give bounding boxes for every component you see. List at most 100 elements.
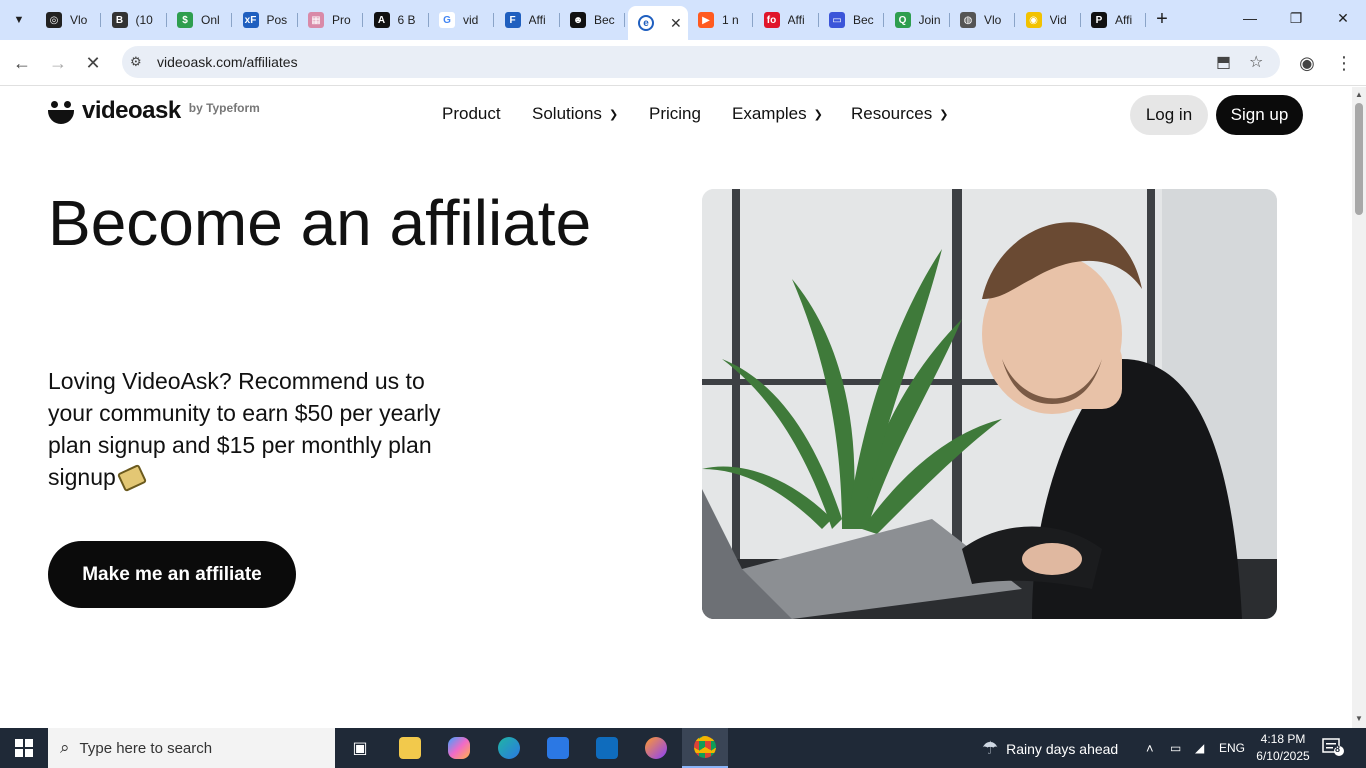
- install-app-icon[interactable]: ⬒: [1216, 52, 1231, 72]
- profile-icon[interactable]: ◉: [1295, 52, 1319, 74]
- minimize-icon[interactable]: —: [1240, 10, 1260, 26]
- tab-title: Bec: [853, 13, 874, 27]
- tab-favicon-icon: Q: [894, 12, 911, 28]
- taskbar-search-box[interactable]: ⌕ Type here to search: [48, 728, 335, 768]
- chrome-icon[interactable]: [682, 728, 728, 768]
- nav-product[interactable]: Product: [442, 104, 501, 124]
- tab[interactable]: ▦ Pro: [298, 6, 363, 34]
- chevron-down-icon: ❯: [939, 108, 949, 121]
- sign-up-button[interactable]: Sign up: [1216, 95, 1303, 135]
- restore-icon[interactable]: ❐: [1286, 10, 1306, 27]
- weather-widget[interactable]: ☂ Rainy days ahead: [982, 738, 1118, 759]
- scroll-up-icon[interactable]: ▲: [1355, 90, 1363, 99]
- menu-kebab-icon[interactable]: ⋮: [1332, 52, 1356, 74]
- tab-favicon-icon: ▭: [829, 12, 845, 28]
- browser-toolbar: ← → ✕ ⚙ videoask.com/affiliates ⬒ ☆ ◉ ⋮: [0, 40, 1366, 86]
- tab[interactable]: ◉ Vid: [1016, 6, 1081, 34]
- stop-loading-icon[interactable]: ✕: [81, 52, 105, 74]
- videoask-logo[interactable]: videoask by Typeform: [48, 97, 260, 125]
- tab[interactable]: ▭ Bec: [819, 6, 884, 34]
- chevron-down-icon: ❯: [608, 108, 619, 121]
- new-tab-button[interactable]: +: [1151, 9, 1173, 31]
- window-close-icon[interactable]: ✕: [1333, 10, 1353, 27]
- show-hidden-icons-chevron-up-icon[interactable]: ˄: [1146, 728, 1154, 768]
- tab-favicon-icon: B: [111, 12, 128, 28]
- hero-subtitle-text: Loving VideoAsk? Recommend us to your co…: [48, 368, 441, 490]
- tab-active[interactable]: e ✕: [628, 6, 688, 40]
- tab[interactable]: A 6 B: [364, 6, 429, 34]
- nav-resources[interactable]: Resources ❯: [851, 104, 948, 124]
- windows-start-icon[interactable]: [0, 728, 48, 768]
- tab[interactable]: ☻ Bec: [560, 6, 625, 34]
- system-clock[interactable]: 4:18 PM 6/10/2025: [1255, 731, 1311, 765]
- tab[interactable]: fo Affi: [754, 6, 819, 34]
- tab[interactable]: F Affi: [495, 6, 560, 34]
- scrollbar-thumb[interactable]: [1355, 103, 1363, 215]
- tab-favicon-icon: e: [638, 15, 654, 31]
- tab[interactable]: P Affi: [1081, 6, 1146, 34]
- nav-examples[interactable]: Examples ❯: [732, 104, 823, 124]
- bookmark-star-icon[interactable]: ☆: [1249, 52, 1263, 72]
- hero-photo-man-laptop: [702, 189, 1277, 619]
- tab-title: 1 n: [722, 13, 739, 27]
- money-emoji-icon: [116, 463, 147, 493]
- tab[interactable]: B (10: [102, 6, 167, 34]
- search-icon: ⌕: [60, 738, 70, 757]
- tab-title: Vlo: [70, 13, 88, 27]
- scroll-down-icon[interactable]: ▼: [1355, 714, 1363, 723]
- umbrella-rain-icon: ☂: [982, 738, 999, 758]
- tab-favicon-icon: P: [1091, 12, 1107, 28]
- nav-pricing[interactable]: Pricing: [649, 104, 701, 124]
- tab-favicon-icon: ◉: [1025, 12, 1042, 28]
- tab-title: (10: [135, 13, 153, 27]
- tab-search-chevron-down-icon[interactable]: ▼: [6, 8, 32, 32]
- tab-title: 6 B: [397, 13, 416, 27]
- tab-title: vid: [463, 13, 479, 27]
- url-text[interactable]: videoask.com/affiliates: [157, 54, 298, 70]
- tab-favicon-icon: F: [504, 12, 521, 28]
- chevron-down-icon: ❯: [813, 108, 823, 121]
- tab-favicon-icon: $: [177, 12, 193, 28]
- tab-title: Affi: [528, 13, 546, 27]
- back-arrow-icon[interactable]: ←: [10, 52, 34, 74]
- tab-title: Onl: [201, 13, 220, 27]
- tab-title: Pro: [332, 13, 351, 27]
- microsoft-store-icon[interactable]: [535, 728, 581, 768]
- tab-title: Bec: [594, 13, 615, 27]
- log-in-button[interactable]: Log in: [1130, 95, 1208, 135]
- tab-favicon-icon: G: [439, 12, 455, 28]
- tab[interactable]: Gvid: [429, 6, 494, 34]
- weather-text: Rainy days ahead: [1006, 740, 1119, 757]
- tab[interactable]: xF Pos: [233, 6, 298, 34]
- tab-title: Affi: [1115, 13, 1133, 27]
- notifications-icon[interactable]: 8: [1322, 738, 1344, 756]
- meet-now-icon[interactable]: ▭: [1170, 728, 1181, 768]
- tab[interactable]: $ Onl: [167, 6, 232, 34]
- address-bar[interactable]: ⚙ videoask.com/affiliates ⬒ ☆: [122, 46, 1280, 78]
- videoask-smile-icon: [48, 99, 74, 125]
- tab[interactable]: ◎ Vlo: [36, 6, 101, 34]
- outlook-icon[interactable]: [584, 728, 630, 768]
- edge-icon[interactable]: [486, 728, 532, 768]
- tab-close-icon[interactable]: ✕: [670, 15, 682, 32]
- language-indicator[interactable]: ENG: [1219, 728, 1245, 768]
- nav-label: Product: [442, 104, 501, 123]
- forward-arrow-icon[interactable]: →: [46, 52, 70, 74]
- tab-title: Affi: [787, 13, 805, 27]
- nav-label: Examples: [732, 104, 807, 123]
- firefox-icon[interactable]: [633, 728, 679, 768]
- make-me-an-affiliate-button[interactable]: Make me an affiliate: [48, 541, 296, 608]
- tab-favicon-icon: ▦: [308, 12, 324, 28]
- tab-separator: [1145, 13, 1146, 27]
- tab[interactable]: ▶ 1 n: [688, 6, 753, 34]
- nav-solutions[interactable]: Solutions ❯: [532, 104, 618, 124]
- network-icon[interactable]: ◢: [1195, 728, 1204, 768]
- tab-separator: [624, 13, 625, 27]
- tab[interactable]: ◍ Vlo: [950, 6, 1015, 34]
- site-settings-icon[interactable]: ⚙: [130, 54, 142, 70]
- file-explorer-icon[interactable]: [387, 728, 433, 768]
- task-view-icon[interactable]: ▣: [337, 728, 383, 768]
- copilot-icon[interactable]: [436, 728, 482, 768]
- tab[interactable]: Q Join: [885, 6, 950, 34]
- page-scrollbar[interactable]: ▲ ▼: [1352, 87, 1366, 728]
